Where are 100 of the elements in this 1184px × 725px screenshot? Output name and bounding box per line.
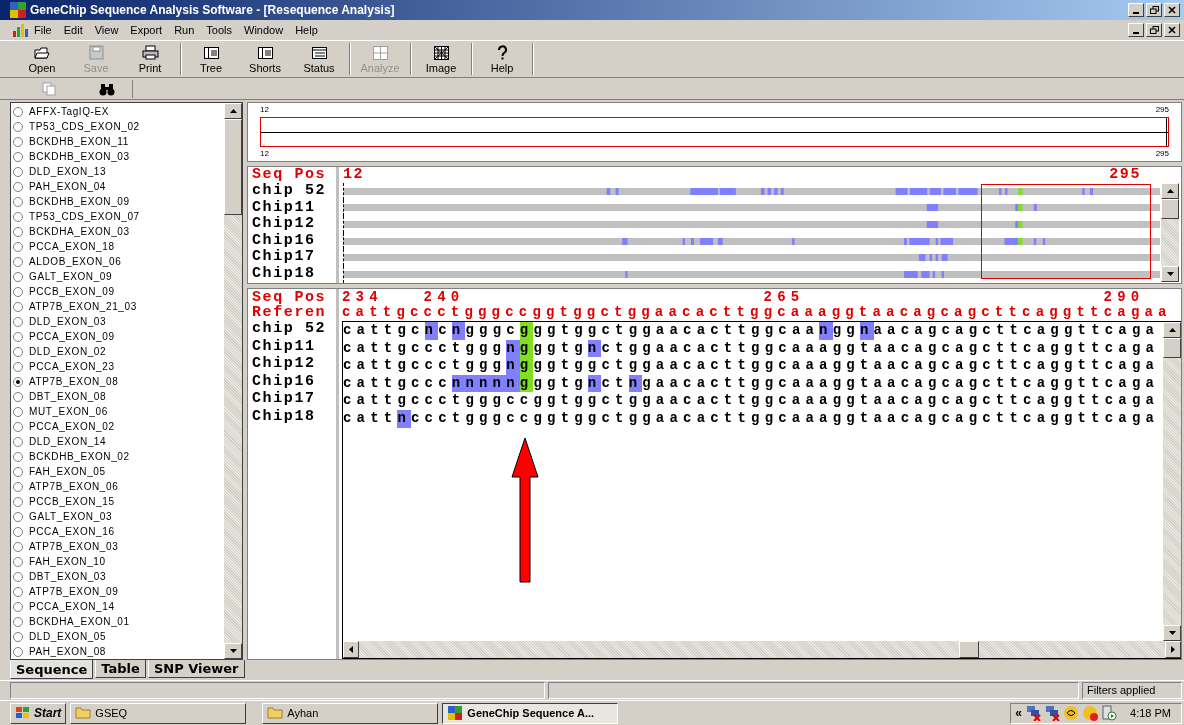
scroll-thumb[interactable]	[224, 119, 242, 215]
list-item[interactable]: FAH_EXON_05	[11, 464, 224, 479]
toolbar-button[interactable]: Open	[15, 43, 69, 75]
radio-button[interactable]	[13, 331, 23, 342]
radio-button[interactable]	[13, 556, 23, 567]
tab[interactable]: Sequence	[10, 660, 94, 679]
menu-item[interactable]: Tools	[200, 24, 239, 36]
restore-button[interactable]	[1146, 3, 1162, 17]
list-item[interactable]: BCKDHB_EXON_03	[11, 149, 224, 164]
scroll-thumb[interactable]	[1163, 338, 1181, 358]
scroll-down-button[interactable]	[1161, 266, 1179, 282]
radio-button[interactable]	[13, 601, 23, 612]
copy-button[interactable]	[40, 80, 58, 97]
list-item[interactable]: DLD_EXON_13	[11, 164, 224, 179]
taskbar-button[interactable]: Ayhan	[262, 702, 439, 724]
menu-item[interactable]: Help	[289, 24, 324, 36]
radio-button[interactable]	[13, 256, 23, 267]
close-button[interactable]	[1164, 23, 1180, 37]
radio-button[interactable]	[13, 301, 23, 312]
list-item[interactable]: ALDOB_EXON_06	[11, 254, 224, 269]
list-item[interactable]: PAH_EXON_04	[11, 179, 224, 194]
list-item[interactable]: ATP7B_EXON_21_03	[11, 299, 224, 314]
network-error-icon[interactable]	[1044, 705, 1061, 721]
list-item[interactable]: TP53_CDS_EXON_02	[11, 119, 224, 134]
radio-button[interactable]	[13, 466, 23, 477]
taskbar-button[interactable]: GeneChip Sequence A...	[442, 702, 619, 724]
list-item[interactable]: BCKDHB_EXON_11	[11, 134, 224, 149]
range-box[interactable]	[260, 117, 1169, 147]
list-item[interactable]: GALT_EXON_09	[11, 269, 224, 284]
toolbar-button[interactable]: Tree	[184, 43, 238, 75]
menu-item[interactable]: Window	[238, 24, 290, 36]
vertical-scrollbar[interactable]	[224, 103, 242, 659]
radio-button[interactable]	[13, 241, 23, 252]
radio-button[interactable]	[13, 391, 23, 402]
menu-item[interactable]: Edit	[57, 24, 89, 36]
list-item[interactable]: PCCA_EXON_02	[11, 419, 224, 434]
menu-item[interactable]: Run	[168, 24, 201, 36]
radio-button[interactable]	[13, 181, 23, 192]
tab[interactable]: SNP Viewer	[147, 660, 245, 678]
close-button[interactable]	[1164, 3, 1180, 17]
minimize-button[interactable]	[1128, 3, 1144, 17]
list-item[interactable]: DBT_EXON_03	[11, 569, 224, 584]
radio-button[interactable]	[13, 136, 23, 147]
radio-button[interactable]	[13, 616, 23, 627]
vertical-scrollbar[interactable]	[1161, 183, 1179, 282]
scroll-down-button[interactable]	[224, 643, 242, 659]
list-item[interactable]: ATP7B_EXON_03	[11, 539, 224, 554]
list-item[interactable]: PCCB_EXON_15	[11, 494, 224, 509]
list-item[interactable]: AFFX-TagIQ-EX	[11, 104, 224, 119]
radio-button[interactable]	[13, 571, 23, 582]
radio-button[interactable]	[13, 196, 23, 207]
list-item[interactable]: PAH_EXON_08	[11, 644, 224, 659]
list-item[interactable]: PCCA_EXON_18	[11, 239, 224, 254]
minimize-button[interactable]	[1128, 23, 1144, 37]
list-item[interactable]: MUT_EXON_06	[11, 404, 224, 419]
radio-button[interactable]	[13, 106, 23, 117]
scroll-up-button[interactable]	[224, 103, 242, 119]
menu-item[interactable]: Export	[124, 24, 169, 36]
list-item[interactable]: DLD_EXON_14	[11, 434, 224, 449]
radio-button[interactable]	[13, 421, 23, 432]
toolbar-button[interactable]: Print	[123, 43, 177, 75]
list-item[interactable]: FAH_EXON_10	[11, 554, 224, 569]
radio-button[interactable]	[13, 451, 23, 462]
radio-button[interactable]	[13, 271, 23, 282]
list-item[interactable]: PCCB_EXON_09	[11, 284, 224, 299]
list-item[interactable]: BCKDHB_EXON_09	[11, 194, 224, 209]
list-item[interactable]: GALT_EXON_03	[11, 509, 224, 524]
list-item[interactable]: DLD_EXON_03	[11, 314, 224, 329]
scroll-up-button[interactable]	[1161, 183, 1179, 199]
radio-button[interactable]	[13, 541, 23, 552]
toolbar-button[interactable]: Help	[475, 43, 529, 75]
radio-button[interactable]	[13, 361, 23, 372]
radio-button[interactable]	[13, 151, 23, 162]
list-item[interactable]: PCCA_EXON_16	[11, 524, 224, 539]
horizontal-scrollbar[interactable]	[343, 641, 1181, 658]
radio-button[interactable]	[13, 631, 23, 642]
radio-button[interactable]	[13, 346, 23, 357]
radio-button[interactable]	[13, 376, 23, 387]
menu-item[interactable]: File	[28, 24, 58, 36]
scroll-right-button[interactable]	[1165, 641, 1181, 658]
list-item[interactable]: BCKDHA_EXON_03	[11, 224, 224, 239]
scroll-up-button[interactable]	[1163, 322, 1181, 338]
toolbar-button[interactable]: Status	[292, 43, 346, 75]
server-icon[interactable]	[1101, 705, 1118, 721]
restore-button[interactable]	[1146, 23, 1162, 37]
radio-button[interactable]	[13, 166, 23, 177]
toolbar-button[interactable]: Image	[414, 43, 468, 75]
radio-button[interactable]	[13, 226, 23, 237]
list-item[interactable]: BCKDHA_EXON_01	[11, 614, 224, 629]
network-error-icon[interactable]	[1025, 705, 1042, 721]
scroll-thumb[interactable]	[959, 641, 979, 658]
radio-button[interactable]	[13, 526, 23, 537]
menu-item[interactable]: View	[88, 24, 125, 36]
list-item[interactable]: ATP7B_EXON_08	[11, 374, 224, 389]
radio-button[interactable]	[13, 511, 23, 522]
toolbar-button[interactable]: Shorts	[238, 43, 292, 75]
shield-icon[interactable]	[1063, 705, 1080, 721]
scroll-down-button[interactable]	[1163, 625, 1181, 641]
start-button[interactable]: Start	[10, 702, 67, 724]
radio-button[interactable]	[13, 496, 23, 507]
